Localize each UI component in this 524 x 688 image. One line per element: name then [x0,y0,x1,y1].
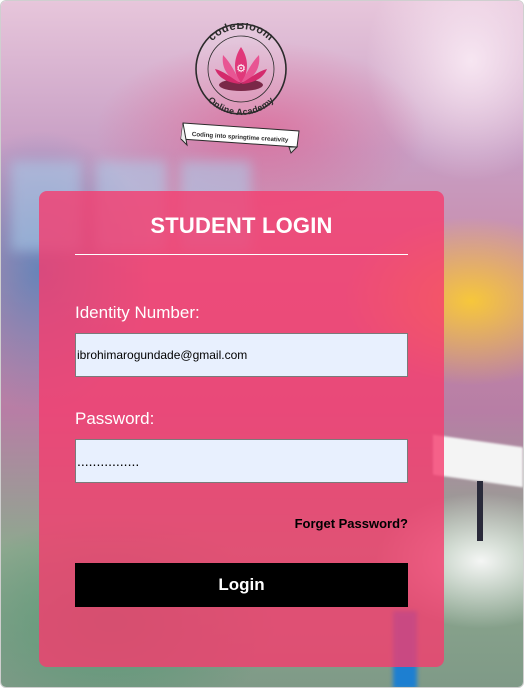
login-card: STUDENT LOGIN Identity Number: Password:… [39,191,444,667]
forget-password-link[interactable]: Forget Password? [295,516,408,531]
password-input[interactable] [75,439,408,483]
svg-text:⚙: ⚙ [236,62,246,75]
password-label: Password: [75,409,155,428]
title-divider [75,254,408,255]
page: codeBloom Online Academy ⚙ Coding into s… [0,0,524,688]
identity-number-input[interactable] [75,333,408,377]
identity-number-label: Identity Number: [75,303,200,322]
login-button[interactable]: Login [75,563,408,607]
codebloom-logo: codeBloom Online Academy ⚙ Coding into s… [180,23,300,154]
login-title: STUDENT LOGIN [150,213,333,238]
